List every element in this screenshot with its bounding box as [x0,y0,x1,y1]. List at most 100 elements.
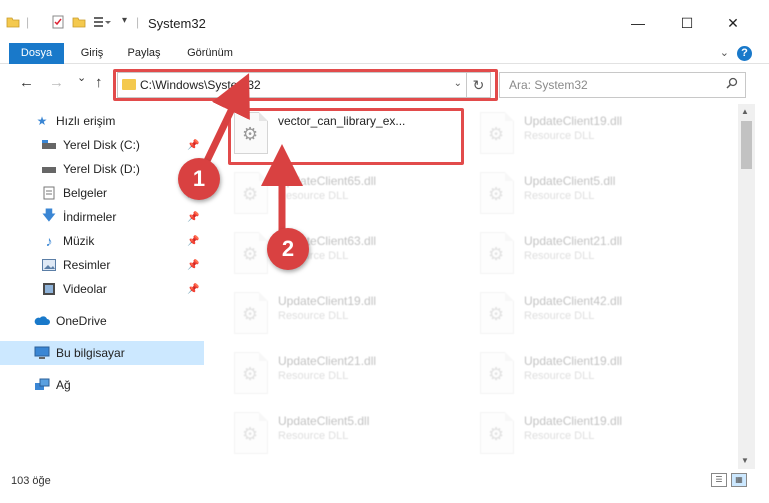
dll-file-icon: ⚙ [480,112,514,154]
dll-file-icon: ⚙ [234,172,268,214]
cloud-icon [34,313,50,329]
sidebar-item-this-pc[interactable]: Bu bilgisayar [0,341,204,365]
minimize-button[interactable]: — [623,10,653,36]
sidebar-item-label: Yerel Disk (C:) [63,138,140,152]
refresh-button[interactable]: ↻ [467,72,491,98]
folder-icon[interactable] [6,15,20,29]
vertical-scrollbar[interactable]: ▲ ▼ [738,104,755,469]
pin-icon[interactable]: 📌 [187,260,199,271]
sidebar-item-disk-c[interactable]: Yerel Disk (C:) 📌 [0,133,204,157]
gear-icon: ⚙ [242,124,259,144]
file-description: Resource DLL [524,430,595,442]
sidebar-item-downloads[interactable]: 🡇 İndirmeler 📌 [0,205,204,229]
search-input[interactable]: Ara: System32 [509,78,588,92]
tab-dosya[interactable]: Dosya [9,43,64,64]
network-icon [34,377,50,393]
file-description: Resource DLL [278,370,349,382]
forward-button[interactable]: → [49,74,64,91]
dll-file-icon: ⚙ [234,112,268,154]
new-folder-icon[interactable] [72,15,86,29]
file-description: Resource DLL [524,250,595,262]
search-icon [726,77,738,92]
list-item[interactable]: ⚙ UpdateClient42.dll Resource DLL [476,288,716,346]
navigation-pane: ★ Hızlı erişim Yerel Disk (C:) 📌 Yerel D… [0,104,204,469]
tab-giris[interactable]: Giriş [72,43,112,64]
customize-icon[interactable] [93,15,111,29]
dll-file-icon: ⚙ [234,352,268,394]
dll-file-icon: ⚙ [480,232,514,274]
dll-file-icon: ⚙ [234,232,268,274]
list-item[interactable]: ⚙ UpdateClient19.dll Resource DLL [476,348,716,406]
list-item[interactable]: ⚙ UpdateClient21.dll Resource DLL [230,348,470,406]
list-item[interactable]: ⚙ UpdateClient19.dll Resource DLL [230,288,470,346]
sidebar-item-label: Videolar [63,282,107,296]
address-bar[interactable]: C:\Windows\System32 ⌄ [117,72,467,98]
close-button[interactable]: ✕ [718,10,748,36]
computer-icon [34,345,50,361]
videos-icon [41,281,57,297]
sidebar-item-quick-access[interactable]: ★ Hızlı erişim [0,109,204,133]
dll-file-icon: ⚙ [234,292,268,334]
sidebar-item-label: Resimler [63,258,111,272]
gear-icon: ⚙ [242,184,259,204]
sidebar-item-label: Ağ [56,378,71,392]
pin-icon[interactable]: 📌 [187,284,199,295]
list-item[interactable]: ⚙ UpdateClient19.dll Resource DLL [476,408,716,466]
scroll-down-icon[interactable]: ▼ [741,456,749,465]
file-description: Resource DLL [278,430,349,442]
pin-icon[interactable]: 📌 [187,140,199,151]
sidebar-item-documents[interactable]: Belgeler 📌 [0,181,204,205]
file-description: Resource DLL [278,310,349,322]
sidebar-item-label: OneDrive [56,314,107,328]
scrollbar-thumb[interactable] [741,121,752,169]
folder-icon [122,79,136,90]
ribbon-expand-icon[interactable]: ⌄ [720,46,729,59]
list-item[interactable]: ⚙ vector_can_library_ex... [230,108,470,166]
up-button[interactable]: ↑ [95,74,103,91]
list-item[interactable]: ⚙ UpdateClient19.dll Resource DLL [476,108,716,166]
sidebar-item-label: Hızlı erişim [56,114,116,128]
gear-icon: ⚙ [242,304,259,324]
sidebar-item-label: Yerel Disk (D:) [63,162,140,176]
gear-icon: ⚙ [488,424,505,444]
file-list: ⚙ vector_can_library_ex... ⚙ UpdateClien… [204,104,738,469]
sidebar-item-disk-d[interactable]: Yerel Disk (D:) 📌 [0,157,204,181]
file-name: UpdateClient19.dll [524,354,623,368]
large-icons-view-icon[interactable]: ▦ [731,473,747,487]
help-icon[interactable]: ? [737,46,752,61]
ribbon-tabs: Dosya Giriş Paylaş Görünüm ⌄ ? [0,43,769,64]
scroll-up-icon[interactable]: ▲ [741,107,749,116]
qa-dropdown-icon[interactable]: ▾ [122,15,127,26]
properties-icon[interactable] [51,15,65,29]
list-item[interactable]: ⚙ UpdateClient21.dll Resource DLL [476,228,716,286]
tab-gorunum[interactable]: Görünüm [180,43,240,64]
search-box[interactable]: Ara: System32 [499,72,746,98]
file-description: Resource DLL [278,190,349,202]
music-icon: ♪ [45,233,53,249]
title-bar: | ▾ | System32 — ☐ ✕ [0,0,769,43]
sidebar-item-videos[interactable]: Videolar 📌 [0,277,204,301]
sidebar-item-network[interactable]: Ağ [0,373,204,397]
chevron-down-icon[interactable]: ⌄ [454,78,462,89]
list-item[interactable]: ⚙ UpdateClient5.dll Resource DLL [476,168,716,226]
list-item[interactable]: ⚙ UpdateClient65.dll Resource DLL [230,168,470,226]
pin-icon[interactable]: 📌 [187,236,199,247]
back-button[interactable]: ← [19,74,34,91]
address-path[interactable]: C:\Windows\System32 [140,78,261,92]
file-name: vector_can_library_ex... [278,114,406,128]
gear-icon: ⚙ [488,184,505,204]
sidebar-item-onedrive[interactable]: OneDrive [0,309,204,333]
sidebar-item-music[interactable]: ♪ Müzik 📌 [0,229,204,253]
separator: | [26,15,30,29]
recent-locations-button[interactable]: ⌄ [77,71,86,84]
pin-icon[interactable]: 📌 [187,212,199,223]
maximize-button[interactable]: ☐ [672,10,702,36]
sidebar-item-pictures[interactable]: Resimler 📌 [0,253,204,277]
status-bar: 103 öğe ☰ ▦ [0,469,769,503]
details-view-icon[interactable]: ☰ [711,473,727,487]
list-item[interactable]: ⚙ UpdateClient5.dll Resource DLL [230,408,470,466]
file-name: UpdateClient5.dll [278,414,370,428]
list-item[interactable]: ⚙ UpdateClient63.dll Resource DLL [230,228,470,286]
drive-icon [41,137,57,153]
tab-paylas[interactable]: Paylaş [122,43,166,64]
